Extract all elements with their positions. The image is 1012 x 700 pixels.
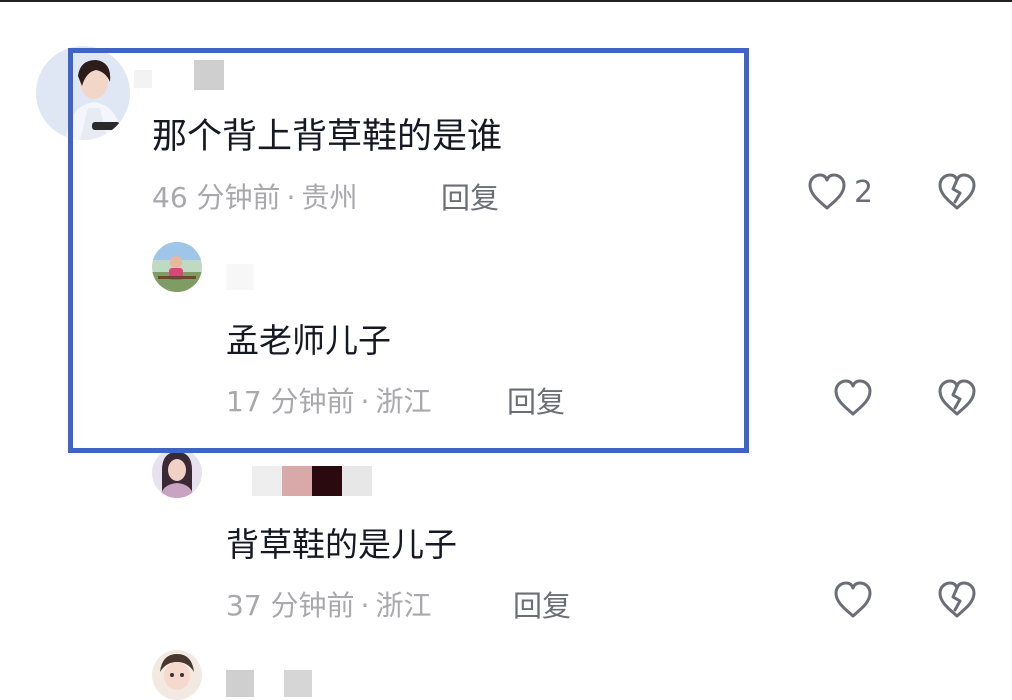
broken-heart-icon	[938, 581, 976, 618]
comment-2-username-mosaic	[222, 262, 262, 292]
comment-3-meta: 37 分钟前 · 浙江	[226, 584, 431, 624]
comment-1-meta: 46 分钟前 · 贵州	[152, 176, 357, 216]
comment-3-dislike-button[interactable]	[936, 580, 978, 624]
comment-4-username-mosaic	[226, 670, 316, 697]
comment-1-like-button[interactable]: 2	[806, 172, 873, 212]
comment-3-time: 37 分钟前	[226, 589, 355, 622]
comment-1-reply-button[interactable]: 回复	[441, 175, 499, 217]
comment-3-username-mosaic	[252, 464, 374, 498]
comment-2-reply-button[interactable]: 回复	[507, 379, 565, 421]
comment-1-text: 那个背上背草鞋的是谁	[152, 117, 503, 157]
meta-separator: ·	[360, 385, 370, 418]
comment-3-location: 浙江	[375, 589, 432, 622]
comment-2-time: 17 分钟前	[226, 385, 355, 418]
comment-3-reply-button[interactable]: 回复	[513, 583, 571, 625]
comment-1-location: 贵州	[301, 181, 358, 214]
comment-4-avatar[interactable]	[152, 650, 202, 700]
comment-1-avatar[interactable]	[36, 46, 130, 140]
heart-icon	[834, 581, 872, 618]
comment-3-like-button[interactable]	[832, 580, 874, 620]
comment-1-dislike-button[interactable]	[936, 172, 978, 216]
comment-2-dislike-button[interactable]	[936, 378, 978, 422]
comment-2-meta: 17 分钟前 · 浙江	[226, 380, 431, 420]
broken-heart-icon	[938, 173, 976, 210]
top-divider	[0, 0, 1012, 2]
comment-1-time: 46 分钟前	[152, 181, 281, 214]
comment-2-avatar[interactable]	[152, 242, 202, 292]
comment-3-text: 背草鞋的是儿子	[226, 525, 457, 564]
comment-3-avatar[interactable]	[152, 448, 202, 498]
meta-separator: ·	[360, 589, 370, 622]
comment-2-location: 浙江	[375, 385, 432, 418]
comment-1-username-mosaic	[130, 58, 230, 90]
comment-2-like-button[interactable]	[832, 378, 874, 418]
heart-icon	[808, 173, 846, 210]
heart-icon	[834, 379, 872, 416]
comment-1-like-count: 2	[854, 174, 874, 210]
broken-heart-icon	[938, 379, 976, 416]
meta-separator: ·	[286, 181, 296, 214]
comment-2-text: 孟老师儿子	[226, 321, 391, 360]
